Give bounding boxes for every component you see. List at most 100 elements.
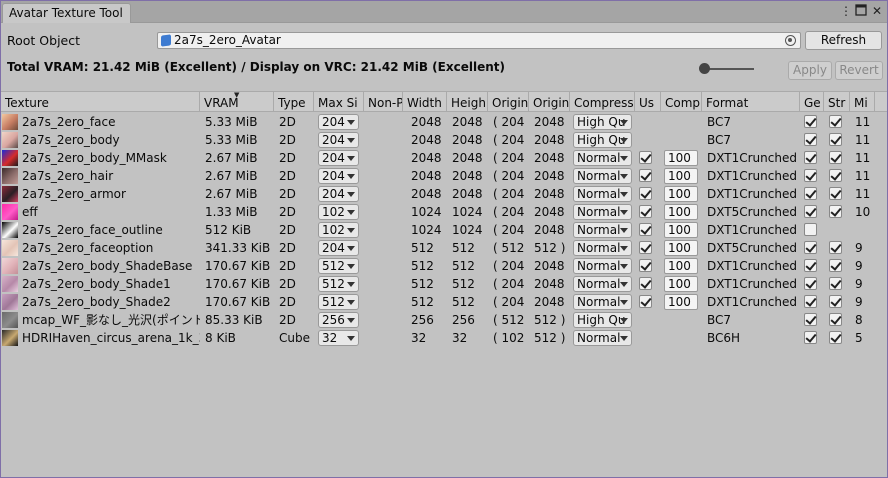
texture-name[interactable]: mcap_WF_影なし_光沢(ポイント少): [22, 311, 200, 329]
compressor-quality-field[interactable]: 100: [664, 258, 698, 274]
compression-dropdown[interactable]: Normal: [573, 168, 632, 184]
column-header-origin-width[interactable]: Origin: [488, 92, 529, 112]
root-object-field[interactable]: 2a7s_2ero_Avatar: [157, 32, 801, 49]
use-crunch-checkbox[interactable]: [639, 241, 652, 254]
kebab-menu-icon[interactable]: ⋮: [839, 4, 853, 18]
revert-button[interactable]: Revert: [835, 61, 883, 80]
column-header-max-size[interactable]: Max Si: [314, 92, 364, 112]
texture-name[interactable]: 2a7s_2ero_face: [22, 113, 200, 131]
table-row[interactable]: 2a7s_2ero_armor 2.67 MiB 2D 204 2048 2048 ( 20…: [1, 185, 887, 203]
object-picker-icon[interactable]: [785, 35, 796, 46]
table-row[interactable]: 2a7s_2ero_face 5.33 MiB 2D 204 2048 2048 ( 204…: [1, 113, 887, 131]
streaming-mipmaps-checkbox[interactable]: [829, 313, 842, 326]
generate-mipmaps-checkbox[interactable]: [804, 169, 817, 182]
compressor-quality-field[interactable]: 100: [664, 294, 698, 310]
use-crunch-checkbox[interactable]: [639, 223, 652, 236]
column-header-use-crunch[interactable]: Us: [635, 92, 661, 112]
generate-mipmaps-checkbox[interactable]: [804, 241, 817, 254]
compression-dropdown[interactable]: Normal: [573, 240, 632, 256]
column-header-format[interactable]: Format: [702, 92, 800, 112]
use-crunch-checkbox[interactable]: [639, 259, 652, 272]
texture-name[interactable]: 2a7s_2ero_body_Shade1: [22, 275, 200, 293]
streaming-mipmaps-checkbox[interactable]: [829, 133, 842, 146]
compression-dropdown[interactable]: High Qu: [573, 312, 632, 328]
compression-dropdown[interactable]: Normal: [573, 330, 632, 346]
streaming-mipmaps-checkbox[interactable]: [829, 151, 842, 164]
use-crunch-checkbox[interactable]: [639, 205, 652, 218]
streaming-mipmaps-checkbox[interactable]: [829, 259, 842, 272]
max-size-dropdown[interactable]: 512: [318, 258, 359, 274]
max-size-dropdown[interactable]: 204: [318, 186, 359, 202]
generate-mipmaps-checkbox[interactable]: [804, 259, 817, 272]
close-icon[interactable]: ✕: [870, 4, 884, 18]
generate-mipmaps-checkbox[interactable]: [804, 277, 817, 290]
streaming-mipmaps-checkbox[interactable]: [829, 187, 842, 200]
compressor-quality-field[interactable]: 100: [664, 186, 698, 202]
generate-mipmaps-checkbox[interactable]: [804, 313, 817, 326]
generate-mipmaps-checkbox[interactable]: [804, 295, 817, 308]
generate-mipmaps-checkbox[interactable]: [804, 187, 817, 200]
streaming-mipmaps-checkbox[interactable]: [829, 115, 842, 128]
column-header-generate-mipmaps[interactable]: Ge: [800, 92, 824, 112]
apply-button[interactable]: Apply: [788, 61, 832, 80]
column-header-origin-height[interactable]: Origin: [529, 92, 570, 112]
column-header-streaming[interactable]: Str: [824, 92, 850, 112]
table-row[interactable]: 2a7s_2ero_body_Shade2 170.67 KiB 2D 512 512 5…: [1, 293, 887, 311]
compression-dropdown[interactable]: Normal: [573, 186, 632, 202]
maximize-icon[interactable]: [854, 4, 868, 18]
table-row[interactable]: 2a7s_2ero_hair 2.67 MiB 2D 204 2048 2048 ( 204…: [1, 167, 887, 185]
column-header-non-power-of-2[interactable]: Non-P: [364, 92, 403, 112]
column-header-texture[interactable]: Texture: [1, 92, 200, 112]
streaming-mipmaps-checkbox[interactable]: [829, 277, 842, 290]
streaming-mipmaps-checkbox[interactable]: [829, 205, 842, 218]
table-row[interactable]: 2a7s_2ero_body_ShadeBase 170.67 KiB 2D 512 5…: [1, 257, 887, 275]
use-crunch-checkbox[interactable]: [639, 151, 652, 164]
tab-avatar-texture-tool[interactable]: Avatar Texture Tool: [2, 3, 131, 23]
texture-name[interactable]: 2a7s_2ero_armor: [22, 185, 200, 203]
table-row[interactable]: 2a7s_2ero_body 5.33 MiB 2D 204 2048 2048 ( 204…: [1, 131, 887, 149]
texture-name[interactable]: 2a7s_2ero_body_ShadeBase: [22, 257, 200, 275]
generate-mipmaps-checkbox[interactable]: [804, 205, 817, 218]
compression-dropdown[interactable]: Normal: [573, 294, 632, 310]
compression-dropdown[interactable]: Normal: [573, 150, 632, 166]
compression-dropdown[interactable]: Normal: [573, 258, 632, 274]
max-size-dropdown[interactable]: 256: [318, 312, 359, 328]
texture-name[interactable]: 2a7s_2ero_body_Shade2: [22, 293, 200, 311]
texture-name[interactable]: 2a7s_2ero_hair: [22, 167, 200, 185]
texture-name[interactable]: 2a7s_2ero_body: [22, 131, 200, 149]
max-size-dropdown[interactable]: 204: [318, 168, 359, 184]
max-size-dropdown[interactable]: 102: [318, 204, 359, 220]
compressor-quality-field[interactable]: 100: [664, 150, 698, 166]
column-header-compressor-quality[interactable]: Comp: [661, 92, 702, 112]
max-size-dropdown[interactable]: 204: [318, 114, 359, 130]
generate-mipmaps-checkbox[interactable]: [804, 331, 817, 344]
slider-handle[interactable]: [699, 63, 710, 74]
table-row[interactable]: mcap_WF_影なし_光沢(ポイント少) 85.33 KiB 2D 256 256 25…: [1, 311, 887, 329]
streaming-mipmaps-checkbox[interactable]: [829, 295, 842, 308]
table-row[interactable]: HDRIHaven_circus_arena_1k_32 8 KiB Cube 32 3…: [1, 329, 887, 347]
texture-name[interactable]: 2a7s_2ero_body_MMask: [22, 149, 200, 167]
max-size-dropdown[interactable]: 204: [318, 132, 359, 148]
generate-mipmaps-checkbox[interactable]: [804, 115, 817, 128]
max-size-dropdown[interactable]: 204: [318, 240, 359, 256]
generate-mipmaps-checkbox[interactable]: [804, 151, 817, 164]
column-header-type[interactable]: Type: [274, 92, 314, 112]
use-crunch-checkbox[interactable]: [639, 295, 652, 308]
compressor-quality-field[interactable]: 100: [664, 204, 698, 220]
max-size-dropdown[interactable]: 512: [318, 276, 359, 292]
compression-dropdown[interactable]: Normal: [573, 276, 632, 292]
generate-mipmaps-checkbox[interactable]: [804, 133, 817, 146]
table-row[interactable]: 2a7s_2ero_face_outline 512 KiB 2D 102 1024 10…: [1, 221, 887, 239]
texture-name[interactable]: HDRIHaven_circus_arena_1k_32: [22, 329, 200, 347]
table-row[interactable]: 2a7s_2ero_body_MMask 2.67 MiB 2D 204 2048 204…: [1, 149, 887, 167]
refresh-button[interactable]: Refresh: [805, 31, 882, 50]
max-size-dropdown[interactable]: 204: [318, 150, 359, 166]
compressor-quality-field[interactable]: 100: [664, 276, 698, 292]
compression-dropdown[interactable]: High Qu: [573, 114, 632, 130]
max-size-dropdown[interactable]: 32: [318, 330, 359, 346]
compressor-quality-field[interactable]: 100: [664, 168, 698, 184]
compression-dropdown[interactable]: Normal: [573, 222, 632, 238]
texture-name[interactable]: 2a7s_2ero_faceoption: [22, 239, 200, 257]
streaming-mipmaps-checkbox[interactable]: [829, 169, 842, 182]
max-size-dropdown[interactable]: 102: [318, 222, 359, 238]
